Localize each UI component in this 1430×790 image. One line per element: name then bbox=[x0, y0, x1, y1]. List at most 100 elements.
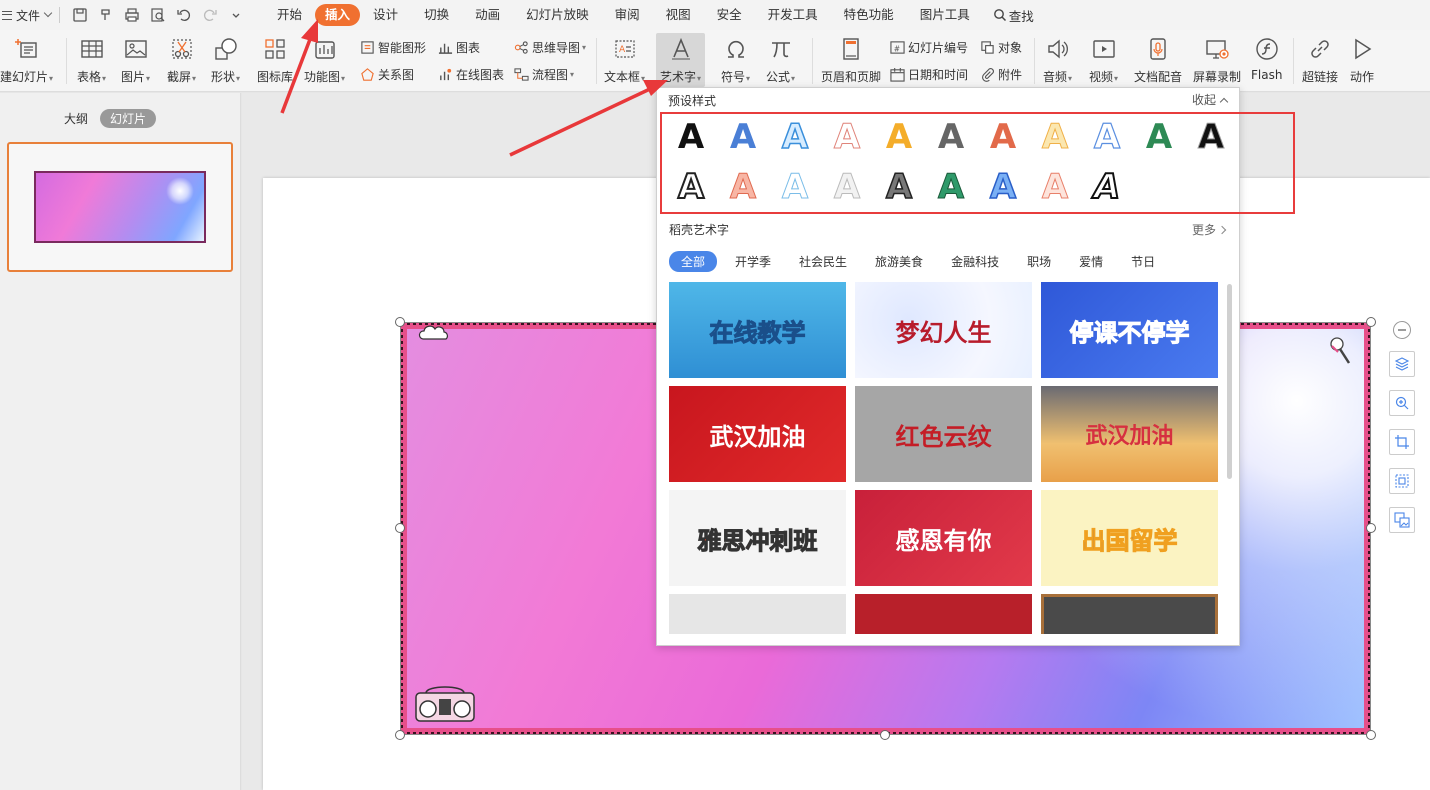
category-love[interactable]: 爱情 bbox=[1079, 253, 1103, 270]
svg-text:#: # bbox=[894, 44, 900, 53]
hyperlink-button[interactable]: 超链接 bbox=[1302, 36, 1338, 85]
template-card-8[interactable]: 感恩有你 bbox=[855, 490, 1032, 586]
slide-thumbnail-image bbox=[34, 171, 206, 243]
action-button[interactable]: 动作 bbox=[1349, 36, 1375, 85]
print-preview-button[interactable] bbox=[146, 3, 170, 27]
header-footer-button[interactable]: 页眉和页脚 bbox=[821, 36, 881, 85]
template-card-7[interactable]: 雅思冲刺班 bbox=[669, 490, 846, 586]
undo-button[interactable] bbox=[172, 3, 196, 27]
slide-thumbnail[interactable] bbox=[7, 142, 233, 272]
object-button[interactable]: 对象 bbox=[980, 39, 1022, 56]
resize-handle-top-right[interactable] bbox=[1366, 317, 1376, 327]
video-button[interactable]: 视频▾ bbox=[1089, 36, 1118, 85]
resize-handle-bottom[interactable] bbox=[880, 730, 890, 740]
float-toolbar bbox=[1389, 321, 1415, 546]
print-button[interactable] bbox=[120, 3, 144, 27]
tab-home[interactable]: 开始 bbox=[264, 4, 315, 26]
template-card-12[interactable] bbox=[1041, 594, 1218, 634]
mindmap-button[interactable]: 思维导图▾ bbox=[514, 39, 586, 56]
customize-quick-access-button[interactable] bbox=[224, 3, 248, 27]
icon-library-button[interactable]: 图标库 bbox=[257, 36, 293, 85]
tab-animation[interactable]: 动画 bbox=[462, 4, 513, 26]
audio-label: 音频 bbox=[1043, 70, 1067, 84]
resize-handle-bottom-left[interactable] bbox=[395, 730, 405, 740]
doc-voice-button[interactable]: 文档配音 bbox=[1134, 36, 1182, 85]
category-society[interactable]: 社会民生 bbox=[799, 253, 847, 270]
resize-handle-right[interactable] bbox=[1366, 523, 1376, 533]
zoom-button[interactable] bbox=[1389, 390, 1415, 416]
tab-picture-tools[interactable]: 图片工具 bbox=[907, 4, 983, 26]
slide-number-button[interactable]: # 幻灯片编号 bbox=[890, 39, 968, 56]
template-card-10[interactable] bbox=[669, 594, 846, 634]
category-finance-tech[interactable]: 金融科技 bbox=[951, 253, 999, 270]
new-slide-button[interactable]: 建幻灯片▾ bbox=[0, 36, 53, 85]
speaker-icon bbox=[1046, 37, 1070, 61]
online-chart-button[interactable]: 在线图表 bbox=[438, 66, 504, 83]
replace-picture-button[interactable] bbox=[1389, 507, 1415, 533]
tab-developer[interactable]: 开发工具 bbox=[755, 4, 831, 26]
tab-view[interactable]: 视图 bbox=[653, 4, 704, 26]
audio-button[interactable]: 音频▾ bbox=[1043, 36, 1072, 85]
tab-security[interactable]: 安全 bbox=[704, 4, 755, 26]
chart-button[interactable]: 图表 bbox=[438, 39, 480, 56]
more-button[interactable]: 更多 bbox=[1192, 221, 1225, 238]
scrollbar[interactable] bbox=[1227, 284, 1232, 479]
template-card-11[interactable] bbox=[855, 594, 1032, 634]
formula-button[interactable]: 公式▾ bbox=[766, 36, 795, 85]
tab-insert[interactable]: 插入 bbox=[315, 4, 360, 26]
select-object-button[interactable] bbox=[1389, 468, 1415, 494]
redo-button[interactable] bbox=[198, 3, 222, 27]
menu-bar: 文件 开始 插入 设计 切换 动画 幻灯片放映 审阅 视图 安全 开发工具 特色… bbox=[0, 0, 1430, 30]
format-painter-button[interactable] bbox=[94, 3, 118, 27]
tab-slides[interactable]: 幻灯片 bbox=[100, 109, 156, 128]
attachment-button[interactable]: 附件 bbox=[980, 66, 1022, 83]
template-card-3[interactable]: 停课不停学 bbox=[1041, 282, 1218, 378]
screenshot-button[interactable]: 截屏▾ bbox=[167, 36, 196, 85]
file-menu[interactable]: 文件 bbox=[0, 0, 51, 30]
shape-button[interactable]: 形状▾ bbox=[211, 36, 240, 85]
tab-outline[interactable]: 大纲 bbox=[64, 110, 88, 127]
symbol-button[interactable]: 符号▾ bbox=[721, 36, 750, 85]
tab-features[interactable]: 特色功能 bbox=[831, 4, 907, 26]
tab-transition[interactable]: 切换 bbox=[411, 4, 462, 26]
category-holiday[interactable]: 节日 bbox=[1131, 253, 1155, 270]
flowchart-button[interactable]: 流程图▾ bbox=[514, 66, 574, 83]
template-card-5[interactable]: 红色云纹 bbox=[855, 386, 1032, 482]
template-card-9[interactable]: 出国留学 bbox=[1041, 490, 1218, 586]
picture-button[interactable]: 图片▾ bbox=[121, 36, 150, 85]
art-text-button[interactable]: 艺术字▾ bbox=[656, 33, 705, 87]
function-chart-label: 功能图 bbox=[304, 70, 340, 84]
resize-handle-left[interactable] bbox=[395, 523, 405, 533]
category-school[interactable]: 开学季 bbox=[735, 253, 771, 270]
calendar-icon bbox=[890, 67, 905, 82]
resize-handle-top-left[interactable] bbox=[395, 317, 405, 327]
flash-button[interactable]: Flash bbox=[1251, 36, 1282, 82]
crop-button[interactable] bbox=[1389, 429, 1415, 455]
template-card-6[interactable]: 武汉加油 bbox=[1041, 386, 1218, 482]
layers-button[interactable] bbox=[1389, 351, 1415, 377]
category-travel-food[interactable]: 旅游美食 bbox=[875, 253, 923, 270]
template-card-1[interactable]: 在线教学 bbox=[669, 282, 846, 378]
divider bbox=[1293, 38, 1294, 84]
resize-handle-bottom-right[interactable] bbox=[1366, 730, 1376, 740]
search-button[interactable]: 查找 bbox=[983, 6, 1034, 25]
tab-design[interactable]: 设计 bbox=[360, 4, 411, 26]
date-time-button[interactable]: 日期和时间 bbox=[890, 66, 968, 83]
template-card-2[interactable]: 梦幻人生 bbox=[855, 282, 1032, 378]
tab-slideshow[interactable]: 幻灯片放映 bbox=[513, 4, 602, 26]
collapse-toolbar-button[interactable] bbox=[1393, 321, 1411, 339]
template-card-4[interactable]: 武汉加油 bbox=[669, 386, 846, 482]
chevron-up-icon bbox=[1220, 97, 1228, 105]
picture-icon bbox=[124, 37, 148, 61]
category-workplace[interactable]: 职场 bbox=[1027, 253, 1051, 270]
save-button[interactable] bbox=[68, 3, 92, 27]
relation-chart-button[interactable]: 关系图 bbox=[360, 66, 414, 83]
smart-shape-button[interactable]: 智能图形 bbox=[360, 39, 426, 56]
screen-record-button[interactable]: 屏幕录制 bbox=[1193, 36, 1241, 85]
category-all[interactable]: 全部 bbox=[669, 251, 717, 272]
collapse-button[interactable]: 收起 bbox=[1192, 91, 1227, 108]
textbox-button[interactable]: A 文本框▾ bbox=[604, 36, 645, 85]
tab-review[interactable]: 审阅 bbox=[602, 4, 653, 26]
table-button[interactable]: 表格▾ bbox=[77, 36, 106, 85]
function-chart-button[interactable]: 功能图▾ bbox=[304, 36, 345, 85]
